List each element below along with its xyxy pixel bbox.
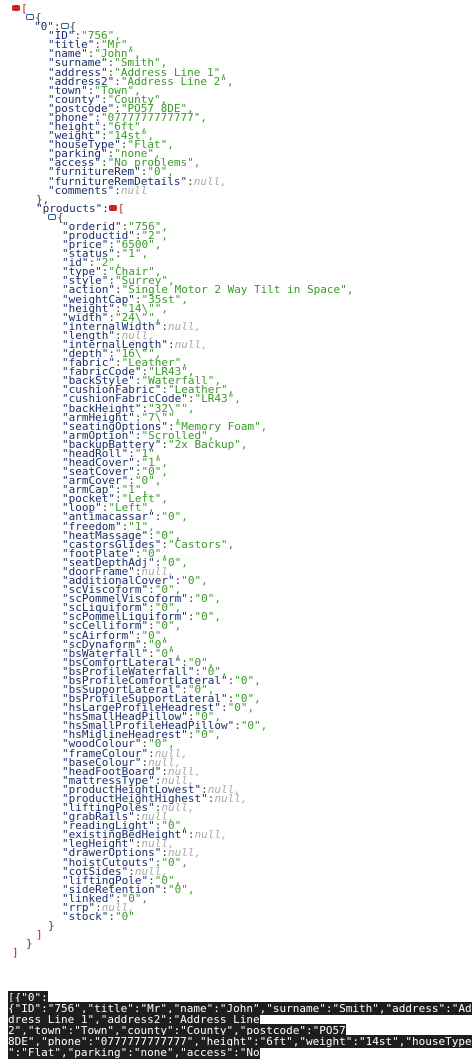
raw-json-line: ":"Flat","parking":"none","access":"No: [8, 1046, 464, 1059]
json-root-close: ]: [12, 946, 19, 960]
json-product-close: }: [48, 919, 55, 933]
json-value: "0",: [227, 701, 255, 715]
json-value: null,: [174, 337, 208, 351]
json-value: "0",: [194, 610, 221, 624]
collapse-toggle-icon[interactable]: [12, 5, 20, 11]
json-key: "products":: [36, 201, 109, 215]
raw-json-selection[interactable]: [{"0": {"ID":"756","title":"Mr","name":"J…: [8, 991, 472, 1059]
json-item-close: }: [26, 937, 33, 951]
json-key: "comments": [48, 183, 115, 197]
bracket: [: [117, 201, 125, 215]
json-value: "Castors",: [167, 537, 235, 551]
selected-text: ":"Flat","parking":"none","access":"No: [8, 1046, 260, 1059]
json-key: "stock": [62, 910, 109, 923]
json-value: null,: [194, 828, 228, 842]
json-value: "LR43",: [194, 392, 241, 406]
colon: :: [167, 337, 175, 351]
json-value: "1",: [121, 247, 149, 261]
bracket: ]: [12, 946, 19, 960]
bracket: ]: [36, 928, 43, 942]
json-row: "stock":"0": [62, 910, 135, 923]
collapse-toggle-icon[interactable]: [26, 14, 34, 21]
colon: :: [234, 719, 241, 733]
json-value: "0",: [240, 719, 268, 733]
json-value: null,: [167, 319, 202, 333]
json-row: "comments":null: [48, 183, 148, 197]
colon: :: [114, 183, 121, 197]
json-value: null: [120, 183, 148, 197]
colon: :: [187, 174, 194, 188]
json-value: "0",: [234, 673, 261, 687]
colon: :: [108, 910, 115, 923]
brace: }: [48, 919, 55, 933]
colon: :: [220, 701, 228, 715]
json-value: "0",: [161, 510, 188, 524]
json-value: "0",: [167, 882, 195, 896]
json-value: null,: [193, 174, 227, 188]
json-value: "2x Backup",: [167, 437, 248, 451]
json-value: "0",: [194, 592, 221, 606]
json-viewer: [{"0":{"ID":"756", "title":"Mr", "name":"J…: [0, 0, 474, 990]
json-value: null,: [214, 791, 248, 805]
collapse-toggle-icon[interactable]: [108, 204, 117, 211]
json-products-key[interactable]: "products": [: [36, 201, 125, 215]
collapse-toggle-icon[interactable]: [48, 213, 56, 220]
json-value: "0",: [194, 728, 221, 742]
colon: :: [161, 437, 168, 451]
brace: }: [26, 937, 33, 951]
json-products-close: ]: [36, 928, 43, 942]
colon: :: [161, 882, 168, 896]
json-value: "0": [114, 910, 135, 923]
json-value: "0",: [181, 574, 208, 588]
colon: :: [161, 319, 168, 333]
json-root-open[interactable]: [: [12, 3, 28, 14]
